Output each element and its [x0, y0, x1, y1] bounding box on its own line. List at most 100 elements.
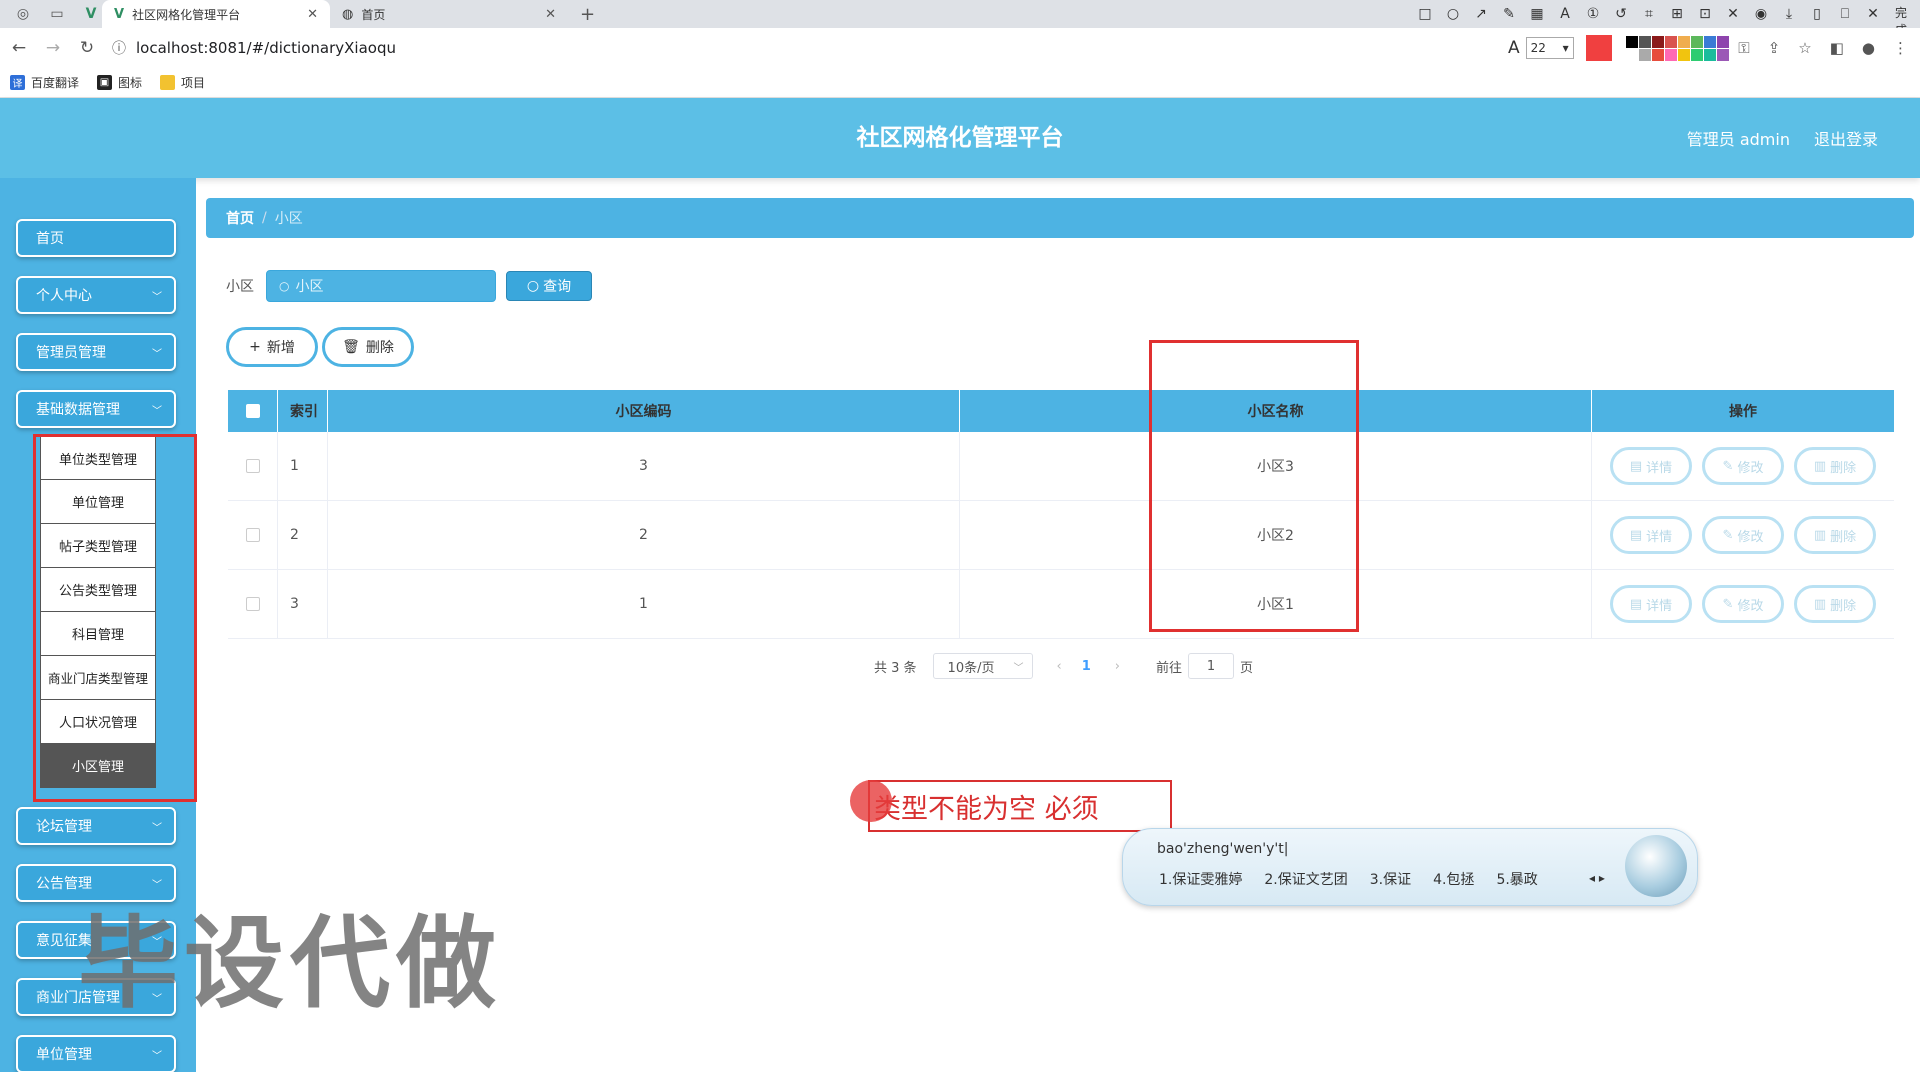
browser-tab-inactive[interactable]: ◍ 首页 ✕ [330, 0, 568, 28]
delete-label: 删除 [1830, 598, 1857, 614]
edit-button[interactable]: ✎ 修改 [1702, 585, 1784, 623]
detail-button[interactable]: ▤ 详情 [1610, 516, 1692, 554]
profile-icon[interactable]: ● [1862, 39, 1875, 57]
query-button[interactable]: ○ 查询 [506, 271, 592, 301]
sidebar-item-basic-data[interactable]: 基础数据管理 ﹀ [16, 390, 176, 428]
ime-candidate[interactable]: 2.保证文艺团 [1264, 869, 1347, 889]
delete-button[interactable]: ▥ 删除 [1794, 585, 1876, 623]
color-swatch[interactable] [1690, 48, 1703, 61]
row-checkbox[interactable] [245, 528, 260, 542]
sidebar-item-home[interactable]: 首页 [16, 219, 176, 257]
color-swatch[interactable] [1716, 48, 1729, 61]
color-swatch[interactable] [1638, 35, 1651, 48]
color-swatch[interactable] [1664, 48, 1677, 61]
browser-extension-icon[interactable]: ◎ [12, 3, 34, 25]
rectangle-tool-icon[interactable]: □ [1416, 6, 1434, 22]
browser-right-icons: ⚿ ⇪ ☆ ◧ ● ⋮ [1738, 28, 1908, 68]
mosaic-tool-icon[interactable]: ▦ [1528, 6, 1546, 22]
ime-candidate[interactable]: 1.保证雯雅婷 [1159, 869, 1242, 889]
record-icon[interactable]: ◉ [1752, 6, 1770, 22]
color-swatch[interactable] [1677, 35, 1690, 48]
color-swatch[interactable] [1703, 48, 1716, 61]
next-page-icon[interactable]: › [1115, 659, 1120, 674]
goto-page-input[interactable]: 1 [1188, 653, 1235, 679]
page-number[interactable]: 1 [1082, 659, 1091, 674]
edit-button[interactable]: ✎ 修改 [1702, 447, 1784, 485]
trash-icon: ▥ [1813, 596, 1827, 612]
pin-icon[interactable]: ✕ [1724, 6, 1742, 22]
save-icon[interactable]: ▯ [1808, 6, 1826, 22]
cancel-icon[interactable]: ✕ [1864, 6, 1882, 22]
prev-page-icon[interactable]: ‹ [1057, 659, 1062, 674]
font-size-select[interactable]: 22 ▾ [1525, 37, 1574, 59]
ime-candidate[interactable]: 5.暴政 [1496, 869, 1537, 889]
color-swatch[interactable] [1651, 48, 1664, 61]
sidebar-item-unit-management[interactable]: 单位管理 ﹀ [16, 1035, 176, 1072]
pen-tool-icon[interactable]: ✎ [1500, 6, 1518, 22]
download-icon[interactable]: ⤓ [1780, 6, 1798, 22]
browser-tab-active[interactable]: V 社区网格化管理平台 ✕ [102, 0, 330, 28]
text-tool-icon[interactable]: A [1556, 6, 1574, 22]
breadcrumb-home[interactable]: 首页 [226, 208, 254, 228]
edit-button[interactable]: ✎ 修改 [1702, 516, 1784, 554]
pagination-total: 共 3 条 [874, 660, 917, 676]
color-swatch[interactable] [1690, 35, 1703, 48]
crop-icon[interactable]: ⌗ [1640, 6, 1658, 22]
batch-delete-button[interactable]: 🗑︎ 删除 [322, 327, 414, 367]
info-icon[interactable]: ⓘ [112, 38, 126, 58]
sidebar-item-admin-management[interactable]: 管理员管理 ﹀ [16, 333, 176, 371]
close-icon[interactable]: ✕ [545, 7, 556, 22]
menu-dots-icon[interactable]: ⋮ [1893, 39, 1908, 57]
sidebar-item-forum[interactable]: 论坛管理 ﹀ [16, 807, 176, 845]
row-checkbox[interactable] [245, 459, 260, 473]
bookmark-icons[interactable]: ▣ 图标 [97, 74, 142, 91]
logout-link[interactable]: 退出登录 [1814, 126, 1878, 150]
sidebar-item-personal-center[interactable]: 个人中心 ﹀ [16, 276, 176, 314]
number-tool-icon[interactable]: ① [1584, 6, 1602, 22]
select-all-checkbox[interactable] [245, 404, 260, 418]
new-tab-icon[interactable]: + [580, 4, 595, 25]
forward-icon[interactable]: → [38, 38, 68, 58]
bookmark-baidu-translate[interactable]: 译 百度翻译 [10, 74, 79, 91]
star-icon[interactable]: ☆ [1798, 39, 1811, 57]
arrow-tool-icon[interactable]: ↗ [1472, 6, 1490, 22]
key-icon[interactable]: ⚿ [1738, 39, 1749, 57]
ime-candidate[interactable]: 4.包拯 [1433, 869, 1474, 889]
color-swatch[interactable] [1651, 35, 1664, 48]
page-size-select[interactable]: 10条/页 ﹀ [932, 653, 1033, 679]
color-swatch[interactable] [1677, 48, 1690, 61]
undo-icon[interactable]: ↺ [1612, 6, 1630, 22]
row-checkbox[interactable] [245, 597, 260, 611]
vue-logo-icon[interactable]: V [80, 3, 102, 25]
color-swatch[interactable] [1716, 35, 1729, 48]
color-swatch[interactable] [1625, 35, 1638, 48]
translate-icon[interactable]: ⊞ [1668, 6, 1686, 22]
color-swatch[interactable] [1625, 48, 1638, 61]
ime-candidate[interactable]: 3.保证 [1370, 869, 1411, 889]
add-button[interactable]: + 新增 [226, 327, 318, 367]
search-input[interactable]: ○ 小区 [266, 270, 496, 302]
detail-button[interactable]: ▤ 详情 [1610, 585, 1692, 623]
url-input[interactable]: ⓘ localhost:8081/#/dictionaryXiaoqu [112, 33, 1372, 63]
current-color-swatch[interactable] [1585, 35, 1612, 61]
bookmark-projects[interactable]: 项目 [160, 74, 205, 91]
ocr-icon[interactable]: ⊡ [1696, 6, 1714, 22]
address-bar-row: ← → ↻ ⓘ localhost:8081/#/dictionaryXiaoq… [0, 28, 1920, 68]
back-icon[interactable]: ← [4, 38, 34, 58]
reload-icon[interactable]: ↻ [72, 38, 102, 58]
color-swatch[interactable] [1664, 35, 1677, 48]
circle-tool-icon[interactable]: ○ [1444, 6, 1462, 22]
close-icon[interactable]: ✕ [307, 7, 318, 22]
color-swatch[interactable] [1638, 48, 1651, 61]
detail-button[interactable]: ▤ 详情 [1610, 447, 1692, 485]
ime-page-arrows-icon[interactable]: ◂ ▸ [1589, 871, 1605, 885]
share-icon[interactable]: ⇪ [1768, 39, 1781, 57]
browser-tab-blank-icon[interactable]: ▭ [46, 3, 68, 25]
color-palette[interactable] [1625, 35, 1729, 61]
delete-button[interactable]: ▥ 删除 [1794, 447, 1876, 485]
bookmark-icon[interactable]: ⎕ [1836, 6, 1854, 22]
sidebar-toggle-icon[interactable]: ◧ [1830, 39, 1844, 57]
tab-title: 社区网格化管理平台 [132, 7, 241, 22]
color-swatch[interactable] [1703, 35, 1716, 48]
delete-button[interactable]: ▥ 删除 [1794, 516, 1876, 554]
